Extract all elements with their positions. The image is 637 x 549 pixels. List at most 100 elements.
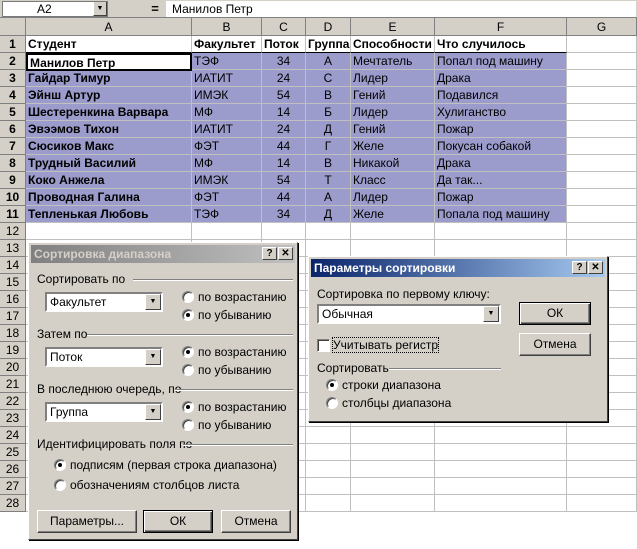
chevron-down-icon[interactable]: ▼ bbox=[483, 306, 499, 322]
table-cell[interactable] bbox=[567, 189, 637, 206]
row-header[interactable]: 26 bbox=[0, 461, 26, 478]
table-cell[interactable] bbox=[306, 223, 351, 240]
table-cell[interactable] bbox=[351, 495, 435, 512]
table-cell[interactable]: Б bbox=[306, 104, 351, 121]
row-header[interactable]: 16 bbox=[0, 291, 26, 308]
row-header[interactable]: 2 bbox=[0, 53, 26, 70]
table-cell[interactable] bbox=[567, 478, 637, 495]
table-cell[interactable]: В bbox=[306, 87, 351, 104]
case-sensitive-checkbox[interactable] bbox=[317, 339, 330, 352]
row-header[interactable]: 14 bbox=[0, 257, 26, 274]
table-cell[interactable] bbox=[567, 36, 637, 53]
table-cell[interactable]: Гений bbox=[351, 121, 435, 138]
sort-by-asc-label[interactable]: по возрастанию bbox=[198, 290, 287, 304]
then-by-select[interactable]: Поток ▼ bbox=[45, 347, 163, 367]
table-cell[interactable]: Мечтатель bbox=[351, 53, 435, 70]
table-cell[interactable] bbox=[567, 70, 637, 87]
row-header[interactable]: 22 bbox=[0, 393, 26, 410]
table-cell[interactable] bbox=[567, 223, 637, 240]
last-by-select[interactable]: Группа ▼ bbox=[45, 402, 163, 422]
row-header[interactable]: 4 bbox=[0, 87, 26, 104]
sort-rows-radio[interactable] bbox=[326, 379, 338, 391]
column-header-b[interactable]: B bbox=[192, 18, 262, 36]
table-cell[interactable] bbox=[192, 223, 262, 240]
table-header-cell[interactable]: Способности bbox=[351, 36, 435, 53]
row-header[interactable]: 10 bbox=[0, 189, 26, 206]
table-cell[interactable] bbox=[435, 240, 567, 257]
close-icon[interactable]: ✕ bbox=[278, 247, 293, 260]
ok-button[interactable]: ОК bbox=[519, 302, 591, 325]
table-cell[interactable]: Да так... bbox=[435, 172, 567, 189]
table-cell[interactable] bbox=[567, 495, 637, 512]
table-cell[interactable]: Желе bbox=[351, 138, 435, 155]
table-cell[interactable] bbox=[435, 223, 567, 240]
row-header[interactable]: 1 bbox=[0, 36, 26, 53]
table-cell[interactable]: Лидер bbox=[351, 104, 435, 121]
table-cell[interactable]: 34 bbox=[262, 53, 306, 70]
sort-columns-radio[interactable] bbox=[326, 397, 338, 409]
table-cell[interactable]: А bbox=[306, 189, 351, 206]
table-cell[interactable]: Пожар bbox=[435, 121, 567, 138]
table-cell[interactable] bbox=[567, 53, 637, 70]
cancel-button[interactable]: Отмена bbox=[519, 333, 591, 356]
table-header-cell[interactable]: Факультет bbox=[192, 36, 262, 53]
table-cell[interactable] bbox=[351, 444, 435, 461]
row-header[interactable]: 24 bbox=[0, 427, 26, 444]
table-cell[interactable]: Д bbox=[306, 121, 351, 138]
table-cell[interactable] bbox=[351, 240, 435, 257]
table-cell[interactable]: Драка bbox=[435, 155, 567, 172]
table-cell[interactable] bbox=[306, 495, 351, 512]
table-cell[interactable]: Г bbox=[306, 138, 351, 155]
table-cell[interactable]: Тепленькая Любовь bbox=[26, 206, 192, 223]
help-icon[interactable]: ? bbox=[572, 261, 587, 274]
row-header[interactable]: 20 bbox=[0, 359, 26, 376]
table-header-cell[interactable]: Студент bbox=[26, 36, 192, 53]
table-cell[interactable]: ИАТИТ bbox=[192, 121, 262, 138]
table-cell[interactable]: 54 bbox=[262, 87, 306, 104]
table-cell[interactable]: Желе bbox=[351, 206, 435, 223]
row-header[interactable]: 23 bbox=[0, 410, 26, 427]
row-header[interactable]: 5 bbox=[0, 104, 26, 121]
identify-by-columns-label[interactable]: обозначениям столбцов листа bbox=[70, 478, 239, 492]
row-header[interactable]: 21 bbox=[0, 376, 26, 393]
then-by-asc-label[interactable]: по возрастанию bbox=[198, 345, 287, 359]
table-cell[interactable]: Эвээмов Тихон bbox=[26, 121, 192, 138]
table-cell[interactable]: 34 bbox=[262, 206, 306, 223]
close-icon[interactable]: ✕ bbox=[588, 261, 603, 274]
table-cell[interactable]: Попала под машину bbox=[435, 206, 567, 223]
table-cell[interactable]: 44 bbox=[262, 138, 306, 155]
table-cell[interactable]: 24 bbox=[262, 121, 306, 138]
column-header-c[interactable]: C bbox=[262, 18, 306, 36]
table-cell[interactable]: Лидер bbox=[351, 189, 435, 206]
then-by-desc-radio[interactable] bbox=[182, 364, 194, 376]
sort-by-desc-radio[interactable] bbox=[182, 309, 194, 321]
select-all-corner[interactable] bbox=[0, 18, 26, 36]
table-cell[interactable]: ИМЭК bbox=[192, 172, 262, 189]
then-by-asc-radio[interactable] bbox=[182, 346, 194, 358]
last-by-asc-label[interactable]: по возрастанию bbox=[198, 400, 287, 414]
column-header-f[interactable]: F bbox=[435, 18, 567, 36]
table-cell[interactable]: ФЭТ bbox=[192, 189, 262, 206]
table-cell[interactable]: 54 bbox=[262, 172, 306, 189]
table-cell[interactable]: 14 bbox=[262, 155, 306, 172]
row-header[interactable]: 13 bbox=[0, 240, 26, 257]
cancel-button[interactable]: Отмена bbox=[221, 510, 291, 533]
table-cell[interactable]: Никакой bbox=[351, 155, 435, 172]
table-cell[interactable]: Д bbox=[306, 206, 351, 223]
row-header[interactable]: 28 bbox=[0, 495, 26, 512]
table-cell[interactable]: ИМЭК bbox=[192, 87, 262, 104]
table-cell[interactable]: Трудный Василий bbox=[26, 155, 192, 172]
table-cell[interactable]: Пожар bbox=[435, 189, 567, 206]
sort-rows-label[interactable]: строки диапазона bbox=[342, 378, 441, 392]
table-cell[interactable]: В bbox=[306, 155, 351, 172]
table-header-cell[interactable]: Что случилось bbox=[435, 36, 567, 53]
table-cell[interactable] bbox=[435, 444, 567, 461]
row-header[interactable]: 12 bbox=[0, 223, 26, 240]
sort-dialog-titlebar[interactable]: Сортировка диапазона ? ✕ bbox=[31, 245, 295, 263]
ok-button[interactable]: ОК bbox=[143, 510, 213, 533]
table-cell[interactable]: Шестеренкина Варвара bbox=[26, 104, 192, 121]
identify-by-columns-radio[interactable] bbox=[54, 479, 66, 491]
first-key-select[interactable]: Обычная ▼ bbox=[317, 304, 501, 324]
table-cell[interactable] bbox=[435, 427, 567, 444]
options-dialog-titlebar[interactable]: Параметры сортировки ? ✕ bbox=[311, 259, 605, 277]
